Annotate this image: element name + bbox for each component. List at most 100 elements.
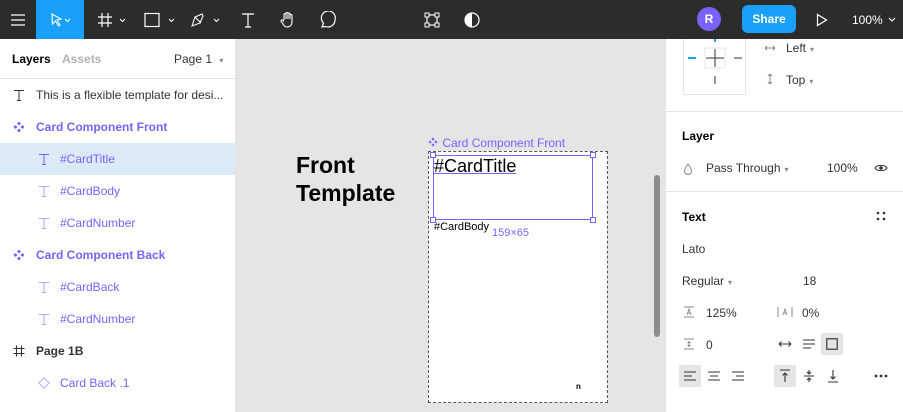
zoom-level: 100% xyxy=(852,12,883,27)
layer-label: Card Back .1 xyxy=(60,376,130,390)
component-icon xyxy=(11,119,27,135)
chevron-down-icon: ▾ xyxy=(219,56,224,65)
horizontal-constraint-value: Left xyxy=(786,41,807,55)
fixed-size-icon[interactable] xyxy=(821,333,843,355)
component-icon xyxy=(11,247,27,263)
hamburger-icon xyxy=(11,13,25,26)
share-button[interactable]: Share xyxy=(742,5,796,33)
layer-label: #CardNumber xyxy=(60,216,136,230)
align-bottom-icon[interactable] xyxy=(822,365,844,387)
user-avatar[interactable]: R xyxy=(697,7,721,31)
text-layer-icon xyxy=(36,183,52,199)
layer-row[interactable]: #CardNumber xyxy=(0,207,235,239)
horizontal-constraint-icon xyxy=(763,41,777,55)
opacity-input[interactable]: 100% xyxy=(827,161,858,175)
panel-tabs: Layers Assets Page 1 ▾ xyxy=(0,39,235,79)
font-size-input[interactable]: 18 xyxy=(803,274,816,288)
layer-row[interactable]: This is a flexible template for desi... xyxy=(0,79,235,111)
layer-row[interactable]: Page 1B xyxy=(0,335,235,367)
layer-label: #CardTitle xyxy=(60,152,115,166)
properties-panel: Left ▾ Top ▾ Layer Pass Through ▾ 100% Text… xyxy=(665,39,903,412)
layer-section-heading: Layer xyxy=(682,129,715,143)
constraints-widget[interactable] xyxy=(683,39,746,95)
canvas[interactable]: Front Template Card Component Front #Car… xyxy=(236,39,665,412)
align-center-icon[interactable] xyxy=(703,365,725,387)
resize-handle-bottom-right[interactable] xyxy=(590,217,596,223)
more-options-icon[interactable] xyxy=(870,365,892,387)
line-height-input[interactable]: 125% xyxy=(706,306,737,320)
font-style-value: Regular xyxy=(682,274,725,288)
eye-icon[interactable] xyxy=(873,161,889,175)
instance-icon xyxy=(36,375,52,391)
toolbar: R Share 100% xyxy=(0,0,903,39)
section-divider xyxy=(666,191,903,192)
horizontal-constraint-select[interactable]: Left ▾ xyxy=(786,41,814,55)
align-right-icon[interactable] xyxy=(727,365,749,387)
frame-icon xyxy=(98,12,126,27)
hand-icon xyxy=(280,11,293,28)
present-button[interactable] xyxy=(810,0,834,39)
layer-label: This is a flexible template for desi... xyxy=(36,88,224,102)
tab-assets[interactable]: Assets xyxy=(62,52,101,66)
auto-width-icon[interactable] xyxy=(777,337,793,351)
move-tool-button[interactable] xyxy=(36,0,84,39)
auto-height-icon[interactable] xyxy=(801,337,817,351)
frame-title-text[interactable]: Front Template xyxy=(296,151,416,207)
page-selector[interactable]: Page 1 ▾ xyxy=(174,52,223,66)
tab-layers[interactable]: Layers xyxy=(12,52,51,66)
layer-row[interactable]: #CardBack xyxy=(0,271,235,303)
card-body-text[interactable]: #CardBody xyxy=(434,221,489,233)
component-set-icon xyxy=(424,12,440,27)
font-style-select[interactable]: Regular ▾ xyxy=(682,274,732,288)
align-middle-icon[interactable] xyxy=(798,365,820,387)
text-tool-button[interactable] xyxy=(234,0,262,39)
letter-spacing-input[interactable]: 0% xyxy=(802,306,819,320)
blend-mode-select[interactable]: Pass Through ▾ xyxy=(706,161,789,175)
layers-panel: Layers Assets Page 1 ▾ This is a flexibl… xyxy=(0,39,236,412)
align-left-icon[interactable] xyxy=(679,365,701,387)
vertical-constraint-icon xyxy=(763,72,777,86)
contrast-icon xyxy=(464,11,480,28)
component-icon xyxy=(428,136,439,150)
chevron-down-icon xyxy=(888,17,896,22)
rectangle-icon xyxy=(144,12,175,27)
pen-icon xyxy=(191,12,220,27)
text-layer-icon xyxy=(36,215,52,231)
selection-dimensions: 159×65 xyxy=(492,227,530,239)
section-divider xyxy=(666,111,903,112)
layer-row[interactable]: #CardNumber xyxy=(0,303,235,335)
layer-row[interactable]: Card Component Back xyxy=(0,239,235,271)
layer-row[interactable]: Card Component Front xyxy=(0,111,235,143)
chevron-down-icon: ▾ xyxy=(784,165,789,174)
font-family-select[interactable]: Lato xyxy=(682,242,705,256)
zoom-menu[interactable]: 100% xyxy=(852,0,901,39)
components-button[interactable] xyxy=(418,0,446,39)
card-number-text[interactable]: n xyxy=(576,382,581,391)
page-selector-label: Page 1 xyxy=(174,52,213,66)
line-height-icon xyxy=(682,305,696,319)
chevron-down-icon: ▾ xyxy=(728,278,733,287)
main-menu-button[interactable] xyxy=(0,0,36,39)
vertical-constraint-select[interactable]: Top ▾ xyxy=(786,73,813,87)
constraints-diagram xyxy=(688,39,742,84)
card-title-text[interactable]: #CardTitle xyxy=(434,156,516,177)
component-frame-label[interactable]: Card Component Front xyxy=(428,136,565,150)
paragraph-spacing-icon xyxy=(682,337,696,351)
mask-button[interactable] xyxy=(458,0,486,39)
layer-row-selected[interactable]: #CardTitle xyxy=(0,143,235,175)
comment-tool-button[interactable] xyxy=(314,0,342,39)
frame-tool-button[interactable] xyxy=(94,0,130,39)
layer-row[interactable]: #CardBody xyxy=(0,175,235,207)
hand-tool-button[interactable] xyxy=(274,0,302,39)
shape-tool-button[interactable] xyxy=(142,0,178,39)
pen-tool-button[interactable] xyxy=(188,0,224,39)
text-layer-icon xyxy=(36,311,52,327)
chevron-down-icon: ▾ xyxy=(809,77,814,86)
canvas-scrollbar[interactable] xyxy=(654,175,660,337)
layer-row[interactable]: Card Back .1 xyxy=(0,367,235,399)
text-styles-icon[interactable] xyxy=(873,209,889,223)
resize-handle-top-right[interactable] xyxy=(590,152,596,158)
pointer-icon xyxy=(51,12,71,27)
paragraph-spacing-input[interactable]: 0 xyxy=(706,338,713,352)
align-top-icon[interactable] xyxy=(774,365,796,387)
